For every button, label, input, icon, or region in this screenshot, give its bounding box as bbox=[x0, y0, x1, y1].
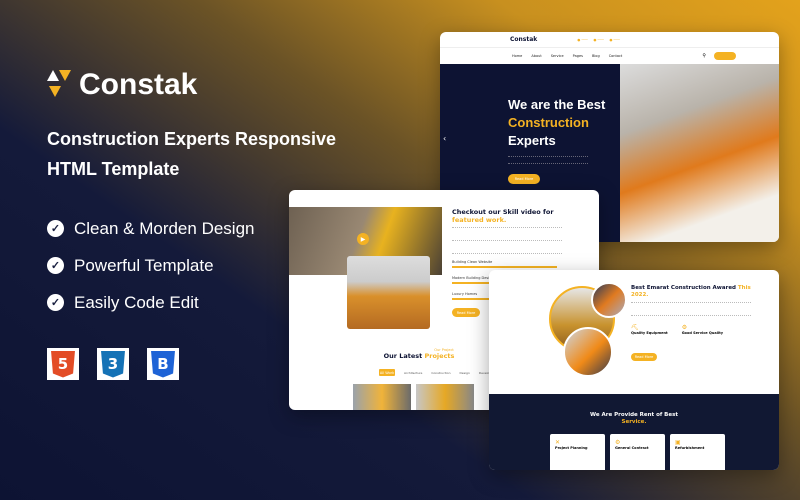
nav-item[interactable]: About bbox=[531, 54, 541, 58]
tagline: Construction Experts Responsive HTML Tem… bbox=[47, 129, 337, 179]
about-heading: Best Emarat Construction Awared bbox=[631, 285, 736, 291]
skills-button[interactable]: Read More bbox=[452, 308, 480, 317]
projects-title-highlight: Projects bbox=[424, 352, 455, 360]
bootstrap-icon: B bbox=[147, 348, 179, 380]
skills-heading: Checkout our Skill video for bbox=[452, 208, 554, 216]
skills-heading-highlight: featured work. bbox=[452, 216, 507, 224]
equipment-icon: ⛏ bbox=[631, 324, 639, 331]
html5-icon: 5 bbox=[47, 348, 79, 380]
feature-item: ✓ Clean & Morden Design bbox=[47, 210, 254, 247]
filter-tab[interactable]: Design bbox=[459, 371, 469, 375]
service-card[interactable]: ▣ Refurbishment bbox=[670, 434, 725, 470]
skill-progress bbox=[452, 266, 557, 268]
check-icon: ✓ bbox=[47, 294, 64, 311]
service-title: Refurbishment bbox=[675, 446, 705, 450]
brand-logo: Constak bbox=[47, 68, 197, 102]
refurbish-icon: ▣ bbox=[675, 439, 681, 446]
css3-glyph: 3 bbox=[101, 350, 125, 378]
preview-logo: Constak bbox=[510, 36, 538, 43]
gears-icon: ⚙ bbox=[615, 439, 621, 446]
filter-tab[interactable]: Construction bbox=[431, 371, 450, 375]
nav-item[interactable]: Service bbox=[551, 54, 564, 58]
service-title: General Contract bbox=[615, 446, 649, 450]
quality-icon: ⚙ bbox=[681, 324, 688, 331]
hero-title-highlight: Construction bbox=[508, 115, 589, 130]
feature-label: Clean & Morden Design bbox=[74, 218, 255, 238]
play-icon[interactable]: ▶ bbox=[357, 233, 369, 245]
nav-item[interactable]: Home bbox=[512, 54, 522, 58]
preview-nav: Home About Service Pages Blog Contact ⚲ bbox=[440, 47, 779, 64]
services-section: We Are Provide Rent of Best Service. ✕ Pr… bbox=[489, 394, 779, 470]
planning-icon: ✕ bbox=[555, 439, 561, 446]
check-icon: ✓ bbox=[47, 257, 64, 274]
service-card[interactable]: ✕ Project Planning bbox=[550, 434, 605, 470]
feature-list: ✓ Clean & Morden Design ✓ Powerful Templat… bbox=[47, 210, 254, 321]
hero-photo-workers bbox=[620, 64, 779, 242]
feature-item: ✓ Easily Code Edit bbox=[47, 284, 254, 321]
header-cta-button[interactable] bbox=[713, 52, 736, 60]
css3-icon: 3 bbox=[97, 348, 129, 380]
filter-tab[interactable]: All Work bbox=[379, 369, 395, 376]
hero-cta-button[interactable]: Read More bbox=[508, 174, 540, 184]
project-photo bbox=[416, 384, 474, 410]
preview-topbar: Constak ● ─── ● ─── ● ─── bbox=[510, 36, 620, 43]
loader-photo bbox=[347, 256, 430, 329]
nav-item[interactable]: Blog bbox=[592, 54, 600, 58]
feature-item: ✓ Powerful Template bbox=[47, 247, 254, 284]
service-title: Project Planning bbox=[555, 446, 588, 450]
bootstrap-glyph: B bbox=[151, 350, 175, 378]
nav-item[interactable]: Contact bbox=[609, 54, 623, 58]
brand-name: Constak bbox=[79, 68, 198, 101]
about-button[interactable]: Read More bbox=[631, 353, 657, 361]
filter-tab[interactable]: Architecture bbox=[404, 371, 422, 375]
feature-label: Powerful Template bbox=[74, 255, 214, 275]
nav-item[interactable]: Pages bbox=[573, 54, 583, 58]
slider-prev-icon[interactable]: ‹ bbox=[443, 134, 446, 143]
hero-title-line1: We are the Best bbox=[508, 97, 606, 112]
service-card[interactable]: ⚙ General Contract bbox=[610, 434, 665, 470]
services-title-highlight: Service. bbox=[621, 419, 647, 425]
feature-label: Easily Code Edit bbox=[74, 292, 199, 312]
search-icon[interactable]: ⚲ bbox=[702, 53, 706, 59]
about-feature: Quality Equipment bbox=[631, 331, 668, 335]
skill-label: Building Clean Website bbox=[452, 260, 493, 264]
about-photo-worker bbox=[591, 282, 627, 318]
services-title: We Are Provide Rent of Best bbox=[589, 412, 679, 418]
projects-title: Our Latest bbox=[383, 352, 423, 360]
check-icon: ✓ bbox=[47, 220, 64, 237]
logo-mark-icon bbox=[47, 70, 71, 100]
about-feature: Good Service Quality bbox=[681, 331, 724, 335]
about-photo-engineers bbox=[563, 327, 613, 377]
preview-about: Best Emarat Construction Awared This 202… bbox=[489, 270, 779, 470]
html5-glyph: 5 bbox=[51, 350, 75, 378]
project-photo bbox=[353, 384, 411, 410]
hero-title-line2: Experts bbox=[508, 133, 556, 148]
tech-badges: 5 3 B bbox=[47, 348, 179, 380]
